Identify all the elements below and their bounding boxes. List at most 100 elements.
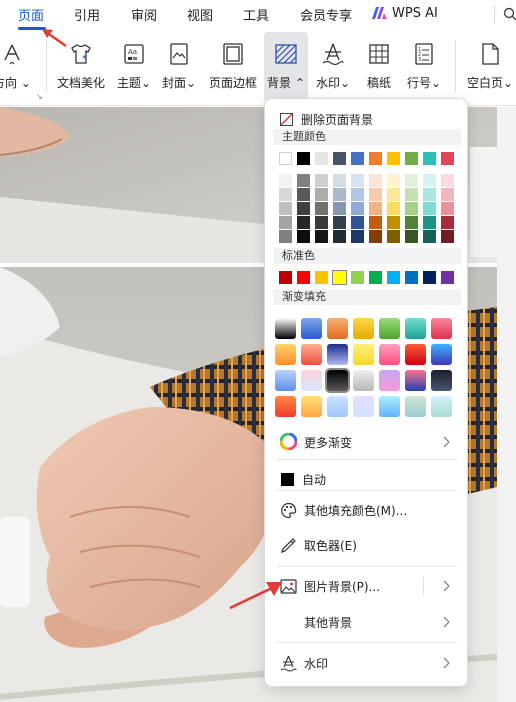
theme-shade-swatch[interactable] xyxy=(351,230,364,243)
tab-references[interactable]: 引用 xyxy=(74,5,100,24)
gradient-swatch[interactable] xyxy=(301,396,322,417)
gradient-swatch[interactable] xyxy=(353,344,374,365)
line-numbers-button[interactable]: 1 2 3 行号⌄ xyxy=(402,32,446,102)
other-background-item[interactable]: 其他背景 xyxy=(265,606,467,638)
background-button[interactable]: 背景 ⌃ xyxy=(264,32,308,102)
theme-shade-swatch[interactable] xyxy=(405,216,418,229)
theme-shade-swatch[interactable] xyxy=(315,202,328,215)
theme-shade-swatch[interactable] xyxy=(387,188,400,201)
gradient-swatch[interactable] xyxy=(353,396,374,417)
theme-shade-swatch[interactable] xyxy=(405,202,418,215)
theme-shade-swatch[interactable] xyxy=(333,230,346,243)
theme-shade-swatch[interactable] xyxy=(297,188,310,201)
orientation-button[interactable]: 方向 ⌄ xyxy=(0,32,36,102)
theme-color-swatch[interactable] xyxy=(279,152,292,165)
theme-shade-swatch[interactable] xyxy=(279,230,292,243)
gradient-swatch[interactable] xyxy=(327,344,348,365)
gradient-swatch[interactable] xyxy=(327,396,348,417)
gradient-swatch[interactable] xyxy=(405,396,426,417)
standard-color-swatch[interactable] xyxy=(315,271,328,284)
theme-shade-swatch[interactable] xyxy=(297,230,310,243)
theme-shade-swatch[interactable] xyxy=(387,216,400,229)
theme-shade-swatch[interactable] xyxy=(351,188,364,201)
theme-color-swatch[interactable] xyxy=(387,152,400,165)
watermark-item[interactable]: 水印 xyxy=(265,647,467,679)
theme-shade-swatch[interactable] xyxy=(297,216,310,229)
gradient-swatch[interactable] xyxy=(405,318,426,339)
gradient-swatch[interactable] xyxy=(379,370,400,391)
gradient-swatch[interactable] xyxy=(405,344,426,365)
theme-shade-swatch[interactable] xyxy=(279,174,292,187)
theme-shade-swatch[interactable] xyxy=(441,174,454,187)
theme-shade-swatch[interactable] xyxy=(441,202,454,215)
gradient-swatch[interactable] xyxy=(275,396,296,417)
theme-shade-swatch[interactable] xyxy=(279,216,292,229)
theme-shade-swatch[interactable] xyxy=(351,174,364,187)
theme-shade-swatch[interactable] xyxy=(387,230,400,243)
theme-shade-swatch[interactable] xyxy=(441,216,454,229)
theme-shade-swatch[interactable] xyxy=(369,216,382,229)
gradient-swatch[interactable] xyxy=(327,318,348,339)
tab-tools[interactable]: 工具 xyxy=(243,5,269,24)
theme-shade-swatch[interactable] xyxy=(405,174,418,187)
standard-color-swatch[interactable] xyxy=(332,270,347,285)
gradient-swatch[interactable] xyxy=(431,344,452,365)
theme-shade-swatch[interactable] xyxy=(369,174,382,187)
theme-color-swatch[interactable] xyxy=(369,152,382,165)
theme-color-swatch[interactable] xyxy=(441,152,454,165)
theme-button[interactable]: Aa 主题⌄ xyxy=(114,32,154,102)
other-fill-color-item[interactable]: 其他填充颜色(M)... xyxy=(265,494,467,526)
theme-shade-swatch[interactable] xyxy=(333,174,346,187)
gradient-swatch[interactable] xyxy=(301,318,322,339)
search-icon[interactable] xyxy=(503,7,516,21)
gradient-swatch[interactable] xyxy=(405,370,426,391)
color-picker-item[interactable]: 取色器(E) xyxy=(265,529,467,561)
standard-color-swatch[interactable] xyxy=(279,271,292,284)
theme-shade-swatch[interactable] xyxy=(279,188,292,201)
wps-ai-button[interactable]: WPS AI xyxy=(371,0,438,26)
manuscript-button[interactable]: 稿纸 xyxy=(360,32,398,102)
cover-button[interactable]: 封面⌄ xyxy=(159,32,199,102)
theme-shade-swatch[interactable] xyxy=(405,188,418,201)
standard-color-swatch[interactable] xyxy=(351,271,364,284)
standard-color-swatch[interactable] xyxy=(297,271,310,284)
theme-shade-swatch[interactable] xyxy=(387,174,400,187)
page-border-button[interactable]: 页面边框 xyxy=(205,32,261,102)
gradient-swatch[interactable] xyxy=(275,370,296,391)
theme-shade-swatch[interactable] xyxy=(333,202,346,215)
theme-shade-swatch[interactable] xyxy=(369,202,382,215)
theme-color-swatch[interactable] xyxy=(351,152,364,165)
theme-shade-swatch[interactable] xyxy=(315,174,328,187)
theme-shade-swatch[interactable] xyxy=(423,188,436,201)
picture-background-item[interactable]: 图片背景(P)... xyxy=(265,570,467,602)
theme-shade-swatch[interactable] xyxy=(351,202,364,215)
theme-shade-swatch[interactable] xyxy=(405,230,418,243)
theme-shade-swatch[interactable] xyxy=(423,174,436,187)
theme-color-swatch[interactable] xyxy=(333,152,346,165)
theme-shade-swatch[interactable] xyxy=(279,202,292,215)
gradient-swatch[interactable] xyxy=(379,318,400,339)
gradient-swatch[interactable] xyxy=(275,344,296,365)
dialog-launcher-icon[interactable]: ↘ xyxy=(36,92,43,101)
standard-color-swatch[interactable] xyxy=(423,271,436,284)
gradient-swatch[interactable] xyxy=(325,368,350,393)
theme-color-swatch[interactable] xyxy=(315,152,328,165)
theme-color-swatch[interactable] xyxy=(423,152,436,165)
gradient-swatch[interactable] xyxy=(431,370,452,391)
gradient-swatch[interactable] xyxy=(379,396,400,417)
theme-shade-swatch[interactable] xyxy=(333,216,346,229)
theme-shade-swatch[interactable] xyxy=(423,202,436,215)
gradient-swatch[interactable] xyxy=(353,370,374,391)
standard-color-swatch[interactable] xyxy=(405,271,418,284)
watermark-button[interactable]: 水印⌄ xyxy=(311,32,355,102)
gradient-swatch[interactable] xyxy=(431,396,452,417)
theme-shade-swatch[interactable] xyxy=(333,188,346,201)
theme-shade-swatch[interactable] xyxy=(387,202,400,215)
theme-shade-swatch[interactable] xyxy=(441,230,454,243)
gradient-swatch[interactable] xyxy=(379,344,400,365)
tab-page[interactable]: 页面 xyxy=(18,5,44,24)
gradient-swatch[interactable] xyxy=(301,344,322,365)
standard-color-swatch[interactable] xyxy=(441,271,454,284)
theme-shade-swatch[interactable] xyxy=(441,188,454,201)
theme-shade-swatch[interactable] xyxy=(369,188,382,201)
